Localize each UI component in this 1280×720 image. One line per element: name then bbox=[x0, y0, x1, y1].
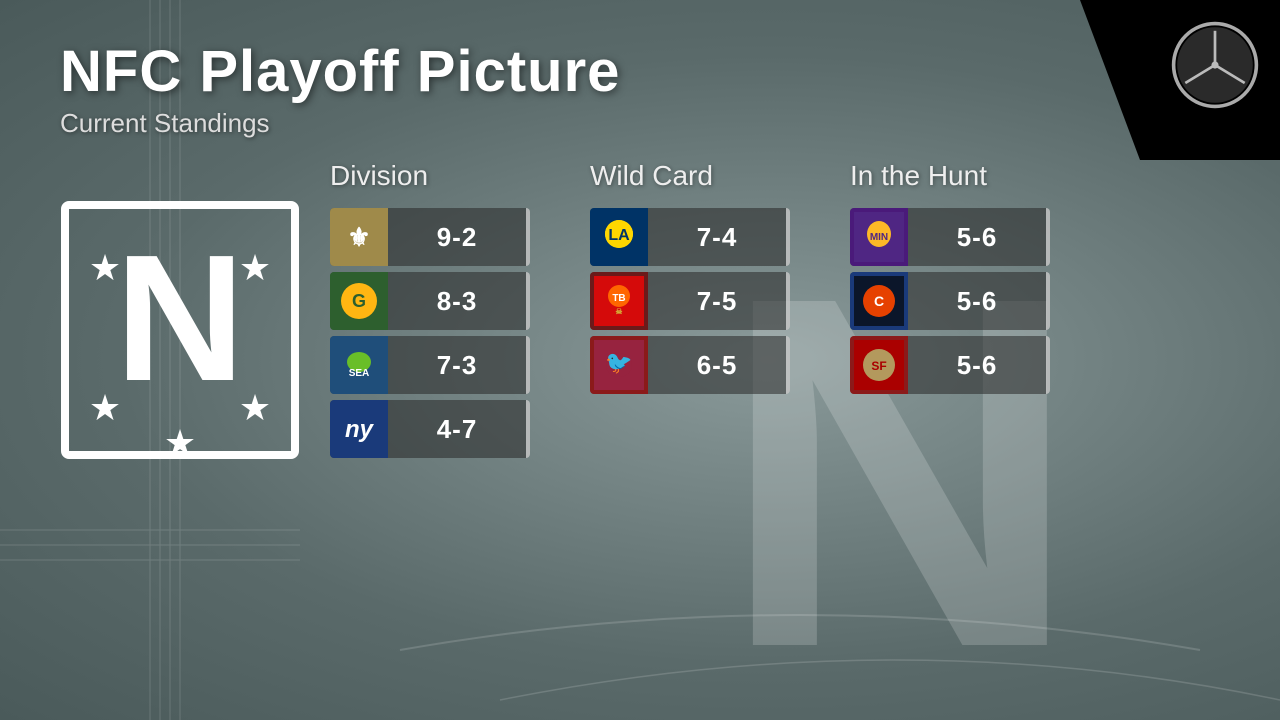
page-subtitle: Current Standings bbox=[60, 108, 1220, 139]
mercedes-logo bbox=[1170, 20, 1260, 110]
page-title: NFC Playoff Picture bbox=[60, 40, 1220, 104]
content-area: NFC Playoff Picture Current Standings bbox=[0, 0, 1280, 720]
